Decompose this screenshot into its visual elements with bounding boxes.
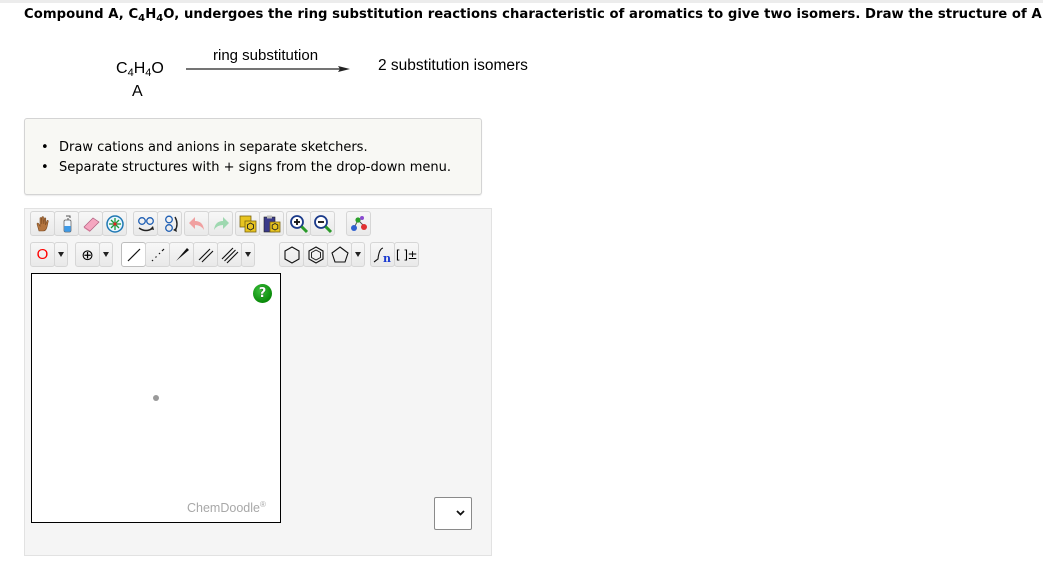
wedge-bond-icon <box>175 247 189 261</box>
center-button[interactable] <box>102 211 127 236</box>
atom-dropdown-button[interactable] <box>54 242 68 267</box>
hand-tool-button[interactable] <box>30 211 55 236</box>
copy-icon <box>239 215 256 232</box>
atom-label: O <box>36 246 49 263</box>
formula-c: C <box>116 60 128 77</box>
flip-horizontal-button[interactable] <box>133 211 158 236</box>
cyclohexane-button[interactable] <box>279 242 304 267</box>
clear-button[interactable] <box>54 211 79 236</box>
reaction-arrow-icon <box>186 66 350 72</box>
tool-group-history <box>184 211 233 237</box>
reaction-scheme: C4H4O A ring substitution 2 substitution… <box>0 40 600 110</box>
help-label: ? <box>258 286 267 301</box>
question-part: H <box>145 7 157 22</box>
tool-group-clipboard <box>235 211 284 237</box>
cyclopentane-icon <box>330 245 349 263</box>
flip-vertical-icon <box>164 215 178 232</box>
paste-button[interactable] <box>259 211 284 236</box>
brand-mark: ® <box>259 500 266 509</box>
extra-group: n [ ]± <box>370 242 419 268</box>
zoom-in-button[interactable] <box>286 211 311 236</box>
center-icon <box>105 214 124 233</box>
tool-group-zoom <box>286 211 335 237</box>
bracket-charge-button[interactable]: [ ]± <box>394 242 419 267</box>
hashed-bond-icon <box>151 248 164 261</box>
polymer-icon: n <box>373 246 391 265</box>
formula-o: O <box>151 60 164 77</box>
tool-group-edit <box>30 211 127 237</box>
question-part: Compound A, C <box>24 7 139 22</box>
zoom-out-button[interactable] <box>310 211 335 236</box>
triple-bond-icon <box>221 247 238 263</box>
molecular-formula: C4H4O <box>116 60 164 79</box>
instruction-item: Separate structures with + signs from th… <box>41 158 451 178</box>
caret-down-icon <box>245 252 251 257</box>
clean-structure-icon <box>350 215 367 231</box>
bracket-icon: [ ]± <box>395 247 418 262</box>
recessed-bond-button[interactable] <box>145 242 170 267</box>
arrow-label: ring substitution <box>213 47 319 64</box>
paste-icon <box>263 215 280 232</box>
help-icon[interactable]: ? <box>253 284 272 303</box>
zoom-out-icon <box>313 214 332 233</box>
eraser-icon <box>82 217 100 232</box>
caret-down-icon <box>103 252 109 257</box>
cyclopentane-button[interactable] <box>327 242 352 267</box>
ring-dropdown-button[interactable] <box>351 242 365 267</box>
hand-icon <box>36 215 49 231</box>
zoom-in-icon <box>289 214 308 233</box>
undo-icon <box>188 216 204 230</box>
caret-down-icon <box>58 252 64 257</box>
ring-group <box>279 242 365 268</box>
product-text: 2 substitution isomers <box>378 57 528 74</box>
compound-label: A <box>132 83 143 100</box>
copy-button[interactable] <box>235 211 260 236</box>
double-bond-button[interactable] <box>193 242 218 267</box>
single-bond-button[interactable] <box>121 242 146 267</box>
chevron-down-icon <box>456 510 465 516</box>
separator-select[interactable] <box>434 497 472 530</box>
single-bond-icon <box>127 248 140 261</box>
benzene-icon <box>307 245 324 264</box>
cyclohexane-icon <box>283 245 300 264</box>
drawing-canvas[interactable]: ? ChemDoodle® <box>31 273 281 523</box>
charge-group: ⊕ <box>75 242 113 268</box>
atom-group: O <box>30 242 68 268</box>
instruction-item: Draw cations and anions in separate sket… <box>41 138 451 158</box>
redo-icon <box>213 216 229 230</box>
bond-group <box>121 242 255 268</box>
instructions-box: Draw cations and anions in separate sket… <box>24 118 482 195</box>
bond-dropdown-button[interactable] <box>241 242 255 267</box>
canvas-center-dot <box>153 395 159 401</box>
wash-bottle-icon <box>63 215 71 232</box>
question-part: O, undergoes the ring substitution react… <box>163 7 1043 22</box>
atom-oxygen-button[interactable]: O <box>30 242 55 267</box>
tool-group-clean <box>346 211 371 237</box>
caret-down-icon <box>355 252 361 257</box>
polymer-n-label: n <box>383 252 391 265</box>
triple-bond-button[interactable] <box>217 242 242 267</box>
charge-plus-icon: ⊕ <box>81 245 94 264</box>
double-bond-icon <box>198 248 213 262</box>
chemdoodle-brand: ChemDoodle® <box>187 500 266 515</box>
flip-vertical-button[interactable] <box>157 211 182 236</box>
chemdoodle-sketcher: O ⊕ n []± ? ChemDoodle® <box>24 208 492 556</box>
top-border <box>0 0 1043 3</box>
benzene-button[interactable] <box>303 242 328 267</box>
instructions-list: Draw cations and anions in separate sket… <box>41 138 451 178</box>
formula-h: H <box>133 60 146 77</box>
charge-button[interactable]: ⊕ <box>75 242 100 267</box>
tool-group-flip <box>133 211 182 237</box>
question-text: Compound A, C4H4O, undergoes the ring su… <box>24 7 1043 24</box>
undo-button[interactable] <box>184 211 209 236</box>
brand-text: ChemDoodle <box>187 501 260 516</box>
flip-horizontal-icon <box>137 216 154 231</box>
clean-button[interactable] <box>346 211 371 236</box>
eraser-button[interactable] <box>78 211 103 236</box>
wedge-bond-button[interactable] <box>169 242 194 267</box>
redo-button[interactable] <box>208 211 233 236</box>
charge-dropdown-button[interactable] <box>99 242 113 267</box>
polymer-button[interactable]: n <box>370 242 395 267</box>
